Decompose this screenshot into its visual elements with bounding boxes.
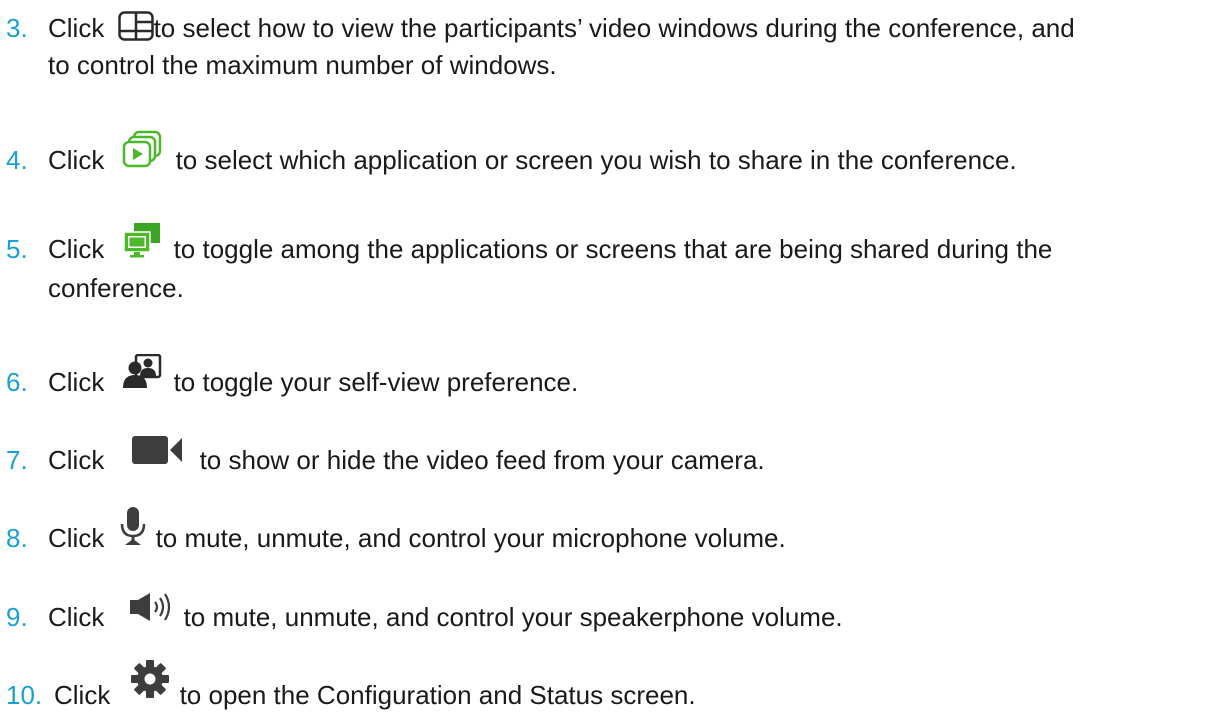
step-number: 5. (6, 234, 28, 264)
step-text: to mute, unmute, and control your microp… (155, 523, 786, 553)
step-number: 10. (6, 680, 43, 710)
click-word: Click (48, 445, 105, 475)
step-text-continued: to control the maximum number of windows… (48, 50, 557, 80)
instruction-document: 3. Click to select how to view the partic… (0, 0, 1214, 723)
step-number: 4. (6, 145, 28, 175)
step-number: 9. (6, 602, 28, 632)
step-10: 10. Click to open the Configuration and S… (6, 660, 1200, 717)
speaker-icon (129, 591, 176, 623)
step-3: 3. Click to select how to view the partic… (6, 10, 1200, 84)
click-word: Click (48, 602, 105, 632)
click-word: Click (48, 234, 105, 264)
click-word: Click (48, 13, 105, 43)
step-number: 3. (6, 13, 28, 43)
camera-icon (131, 434, 184, 466)
step-text: to toggle your self-view preference. (173, 367, 579, 397)
step-text: to select how to view the participants’ … (153, 13, 1075, 43)
toggle-shared-screens-icon (122, 222, 162, 260)
step-text-continued: conference. (48, 273, 184, 304)
step-5: 5. Click to toggle among the applications… (6, 223, 1200, 307)
step-8: 8. Click to mute, unmute, and control you… (6, 507, 1200, 560)
click-word: Click (48, 523, 105, 553)
gear-icon (130, 659, 170, 699)
self-view-icon (122, 353, 162, 390)
step-text: to mute, unmute, and control your speake… (183, 602, 843, 632)
step-text: to show or hide the video feed from your… (199, 445, 765, 475)
step-4: 4. Click to select which application or s… (6, 130, 1200, 182)
microphone-icon (120, 506, 146, 546)
click-word: Click (54, 680, 111, 710)
step-9: 9. Click to mute, unmute, and control you… (6, 593, 1200, 636)
step-6: 6. Click to toggle your self-view prefere… (6, 353, 1200, 402)
step-text: to select which application or screen yo… (175, 145, 1017, 175)
step-7: 7. Click to show or hide the video feed f… (6, 436, 1200, 479)
click-word: Click (48, 367, 105, 397)
click-word: Click (48, 145, 105, 175)
step-number: 7. (6, 445, 28, 475)
step-number: 8. (6, 523, 28, 553)
step-text: to toggle among the applications or scre… (173, 234, 1053, 264)
step-text: to open the Configuration and Status scr… (179, 680, 696, 710)
grid-layout-icon (117, 11, 154, 41)
share-content-icon (122, 130, 164, 170)
step-number: 6. (6, 367, 28, 397)
